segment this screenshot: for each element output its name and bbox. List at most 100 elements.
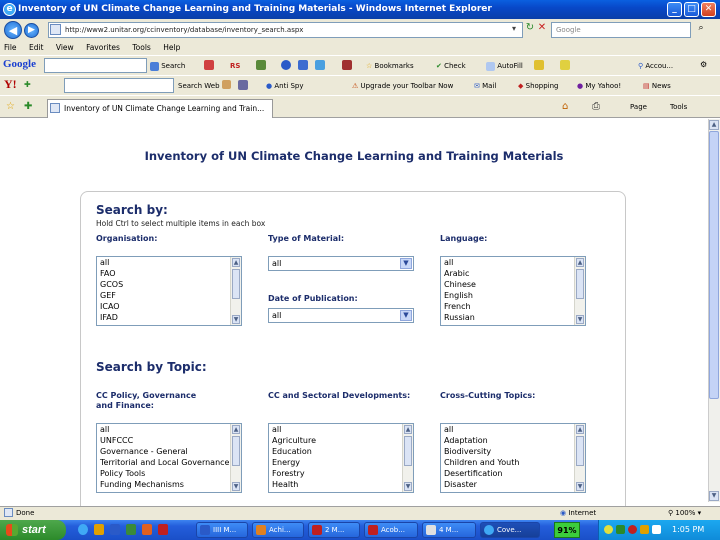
list-item[interactable]: Education — [272, 446, 413, 457]
address-dropdown-icon[interactable]: ▾ — [512, 24, 516, 33]
scroll-down-icon[interactable]: ▼ — [232, 315, 240, 324]
quicklaunch-excel-icon[interactable] — [126, 524, 136, 535]
taskbar-item[interactable]: Acob... — [364, 522, 418, 538]
scroll-down-icon[interactable]: ▼ — [709, 491, 719, 501]
scroll-thumb[interactable] — [232, 269, 240, 299]
toolbar-icon[interactable] — [315, 60, 325, 70]
quicklaunch-app-icon[interactable] — [158, 524, 168, 535]
menu-tools[interactable]: Tools — [132, 43, 150, 52]
type-of-material-select[interactable]: all ▼ — [268, 256, 414, 271]
cc-sectoral-listbox[interactable]: all Agriculture Education Energy Forestr… — [268, 423, 414, 493]
google-search-input[interactable] — [44, 58, 147, 73]
taskbar-item[interactable]: Achi... — [252, 522, 304, 538]
scroll-thumb[interactable] — [576, 269, 584, 299]
volume-icon[interactable] — [652, 525, 661, 534]
listbox-scrollbar[interactable]: ▲ ▼ — [230, 424, 241, 492]
list-item[interactable]: FAO — [100, 268, 241, 279]
toolbar-icon[interactable] — [298, 60, 308, 70]
scroll-thumb[interactable] — [232, 436, 240, 466]
list-item[interactable]: GEF — [100, 290, 241, 301]
list-item[interactable]: UNFCCC — [100, 435, 241, 446]
settings-icon[interactable]: ⚙ — [700, 60, 707, 69]
toolbar-icon[interactable] — [204, 60, 214, 70]
list-item[interactable]: Disaster — [444, 479, 585, 490]
tab-inventory[interactable]: Inventory of UN Climate Change Learning … — [47, 99, 273, 118]
scroll-thumb[interactable] — [709, 131, 719, 399]
scroll-up-icon[interactable]: ▲ — [232, 425, 240, 434]
list-item[interactable]: Biodiversity — [444, 446, 585, 457]
scroll-thumb[interactable] — [576, 436, 584, 466]
taskbar-item[interactable]: 2 M... — [308, 522, 360, 538]
search-input[interactable]: Google — [551, 22, 691, 38]
list-item[interactable]: Policy Tools — [100, 468, 241, 479]
mail-button[interactable]: ✉ Mail — [474, 80, 496, 92]
list-item[interactable]: all — [100, 257, 241, 268]
scroll-up-icon[interactable]: ▲ — [709, 120, 719, 130]
yahoo-search-input[interactable] — [64, 78, 174, 93]
taskbar-item[interactable]: IIII M... — [196, 522, 248, 538]
list-item[interactable]: Governance - General — [100, 446, 241, 457]
zoom-control[interactable]: ⚲ 100% ▾ — [668, 507, 701, 519]
home-icon[interactable]: ⌂ — [562, 101, 568, 112]
list-item[interactable]: ICAO — [100, 301, 241, 312]
pencil-icon[interactable] — [222, 80, 231, 89]
toolbar-icon[interactable] — [256, 60, 266, 70]
bookmarks-button[interactable]: ☆ Bookmarks — [366, 60, 414, 72]
list-item[interactable]: Funding Mechanisms — [100, 479, 241, 490]
listbox-scrollbar[interactable]: ▲ ▼ — [402, 424, 413, 492]
add-favorite-icon[interactable]: ✚ — [24, 101, 32, 112]
menu-help[interactable]: Help — [163, 43, 180, 52]
minimize-button[interactable]: _ — [667, 2, 682, 17]
list-item[interactable]: all — [272, 424, 413, 435]
stop-icon[interactable]: ✕ — [536, 22, 548, 38]
list-item[interactable]: GCOS — [100, 279, 241, 290]
tray-icon[interactable] — [640, 525, 649, 534]
menu-edit[interactable]: Edit — [29, 43, 44, 52]
cross-cutting-listbox[interactable]: all Adaptation Biodiversity Children and… — [440, 423, 586, 493]
toolbar-icon[interactable] — [281, 60, 291, 70]
news-button[interactable]: ▤ News — [643, 80, 671, 92]
list-item[interactable]: Chinese — [444, 279, 585, 290]
back-button[interactable]: ◀ — [4, 21, 22, 39]
list-item[interactable]: Desertification — [444, 468, 585, 479]
language-listbox[interactable]: all Arabic Chinese English French Russia… — [440, 256, 586, 326]
list-item[interactable]: all — [444, 257, 585, 268]
search-web-button[interactable]: Search Web — [178, 80, 220, 92]
menu-favorites[interactable]: Favorites — [86, 43, 120, 52]
listbox-scrollbar[interactable]: ▲ ▼ — [574, 424, 585, 492]
toolbar-icon[interactable] — [560, 60, 570, 70]
tray-icon[interactable] — [628, 525, 637, 534]
scroll-down-icon[interactable]: ▼ — [232, 482, 240, 491]
tools-menu[interactable]: Tools — [670, 101, 687, 113]
toolbar-icon[interactable] — [534, 60, 544, 70]
organisation-listbox[interactable]: all FAO GCOS GEF ICAO IFAD ▲ ▼ — [96, 256, 242, 326]
page-menu[interactable]: Page — [630, 101, 647, 113]
listbox-scrollbar[interactable]: ▲ ▼ — [230, 257, 241, 325]
account-button[interactable]: ⚲ Accou... — [638, 60, 673, 72]
shopping-button[interactable]: ◆ Shopping — [518, 80, 559, 92]
forward-button[interactable]: ▶ — [24, 23, 39, 38]
cc-policy-listbox[interactable]: all UNFCCC Governance - General Territor… — [96, 423, 242, 493]
rs-button[interactable]: RS — [230, 60, 240, 72]
scroll-down-icon[interactable]: ▼ — [404, 482, 412, 491]
toolbar-icon[interactable] — [238, 80, 248, 90]
google-search-button[interactable]: Search — [150, 60, 185, 72]
quicklaunch-word-icon[interactable] — [110, 524, 120, 535]
refresh-icon[interactable]: ↻ — [524, 22, 536, 38]
menu-view[interactable]: View — [56, 43, 74, 52]
quicklaunch-ie-icon[interactable] — [78, 524, 88, 535]
scroll-thumb[interactable] — [404, 436, 412, 466]
list-item[interactable]: Russian — [444, 312, 585, 323]
scroll-up-icon[interactable]: ▲ — [404, 425, 412, 434]
upgrade-toolbar-button[interactable]: ⚠ Upgrade your Toolbar Now — [352, 80, 453, 92]
listbox-scrollbar[interactable]: ▲ ▼ — [574, 257, 585, 325]
list-item[interactable]: Health — [272, 479, 413, 490]
star-icon[interactable]: ✚ — [24, 80, 31, 89]
list-item[interactable]: all — [100, 424, 241, 435]
anti-spy-button[interactable]: ● Anti Spy — [266, 80, 304, 92]
tray-icon[interactable] — [604, 525, 613, 534]
scroll-up-icon[interactable]: ▲ — [232, 258, 240, 267]
list-item[interactable]: French — [444, 301, 585, 312]
quicklaunch-folder-icon[interactable] — [94, 524, 104, 535]
list-item[interactable]: Forestry — [272, 468, 413, 479]
